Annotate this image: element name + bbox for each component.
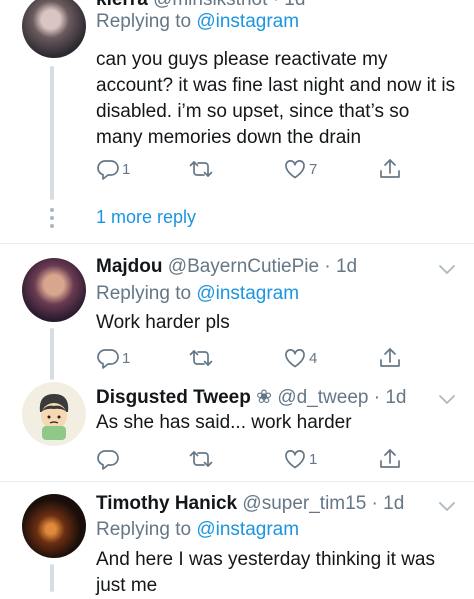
like-button[interactable]: 4 bbox=[283, 346, 317, 370]
tweet-header: Disgusted Tweep ❀ @d_tweep · 1d bbox=[96, 386, 406, 409]
chevron-down-icon[interactable] bbox=[438, 264, 456, 276]
tweet-text: As she has said... work harder bbox=[96, 412, 352, 433]
display-name[interactable]: Majdou bbox=[96, 256, 163, 277]
share-button[interactable] bbox=[378, 157, 402, 181]
tweet-text: And here I was yesterday thinking it was… bbox=[96, 549, 436, 596]
retweet-icon bbox=[189, 161, 213, 177]
reply-icon bbox=[97, 450, 119, 470]
replying-to: Replying to @instagram bbox=[96, 519, 300, 540]
chevron-down-icon[interactable] bbox=[438, 501, 456, 513]
like-count: 4 bbox=[309, 349, 318, 367]
retweet-button[interactable] bbox=[189, 447, 213, 471]
display-name[interactable]: Disgusted Tweep bbox=[96, 387, 251, 408]
flower-emoji: ❀ bbox=[256, 387, 273, 408]
display-name[interactable]: kierra bbox=[96, 0, 148, 10]
reply-icon bbox=[97, 160, 119, 180]
retweet-button[interactable] bbox=[189, 157, 213, 181]
reply-count: 1 bbox=[122, 349, 131, 367]
replying-to: Replying to @instagram bbox=[96, 11, 300, 32]
chevron-down-icon[interactable] bbox=[438, 394, 456, 406]
user-handle[interactable]: @BayernCutiePie bbox=[168, 256, 319, 277]
share-icon bbox=[380, 159, 400, 178]
thread-line bbox=[50, 66, 54, 200]
timestamp: · 1d bbox=[273, 0, 306, 10]
divider bbox=[0, 243, 474, 244]
tweet-header: Majdou @BayernCutiePie · 1d bbox=[96, 256, 357, 278]
timestamp: · 1d bbox=[373, 387, 407, 408]
reply-button[interactable] bbox=[96, 447, 122, 471]
reply-icon bbox=[97, 349, 119, 369]
heart-icon bbox=[285, 349, 305, 368]
timestamp: · 1d bbox=[324, 256, 358, 277]
tweet-header: kierra @minsiksthot · 1d bbox=[96, 0, 305, 11]
reply-button[interactable]: 1 bbox=[96, 346, 130, 370]
thread-line bbox=[50, 328, 54, 380]
like-count: 7 bbox=[309, 160, 318, 178]
avatar[interactable] bbox=[22, 494, 86, 558]
divider bbox=[0, 481, 474, 482]
replying-to: Replying to @instagram bbox=[96, 283, 300, 304]
more-replies-dots bbox=[49, 208, 55, 232]
user-handle[interactable]: @super_tim15 bbox=[242, 493, 366, 514]
mention-link[interactable]: @instagram bbox=[196, 11, 299, 32]
tweet-text: can you guys please reactivate my accoun… bbox=[96, 49, 456, 148]
share-button[interactable] bbox=[378, 447, 402, 471]
retweet-icon bbox=[189, 350, 213, 366]
retweet-icon bbox=[189, 451, 213, 467]
heart-icon bbox=[285, 160, 305, 179]
retweet-button[interactable] bbox=[189, 346, 213, 370]
user-handle[interactable]: @minsiksthot bbox=[153, 0, 267, 10]
timestamp: · 1d bbox=[371, 493, 405, 514]
share-icon bbox=[380, 348, 400, 367]
display-name[interactable]: Timothy Hanick bbox=[96, 493, 237, 514]
tweet-text: Work harder pls bbox=[96, 312, 230, 333]
reply-button[interactable]: 1 bbox=[96, 157, 130, 181]
avatar-illustration bbox=[39, 394, 69, 440]
share-button[interactable] bbox=[378, 346, 402, 370]
avatar[interactable] bbox=[22, 0, 86, 58]
like-count: 1 bbox=[309, 450, 318, 468]
mention-link[interactable]: @instagram bbox=[196, 283, 299, 304]
mention-link[interactable]: @instagram bbox=[196, 519, 299, 540]
avatar[interactable] bbox=[22, 258, 86, 322]
reply-count: 1 bbox=[122, 160, 131, 178]
more-replies-link[interactable]: 1 more reply bbox=[96, 207, 196, 228]
avatar[interactable] bbox=[22, 382, 86, 446]
like-button[interactable]: 7 bbox=[283, 157, 317, 181]
thread-line bbox=[50, 564, 54, 592]
like-button[interactable]: 1 bbox=[283, 447, 317, 471]
share-icon bbox=[380, 449, 400, 468]
tweet-header: Timothy Hanick @super_tim15 · 1d bbox=[96, 493, 404, 515]
heart-icon bbox=[285, 450, 305, 469]
user-handle[interactable]: @d_tweep bbox=[277, 387, 368, 408]
